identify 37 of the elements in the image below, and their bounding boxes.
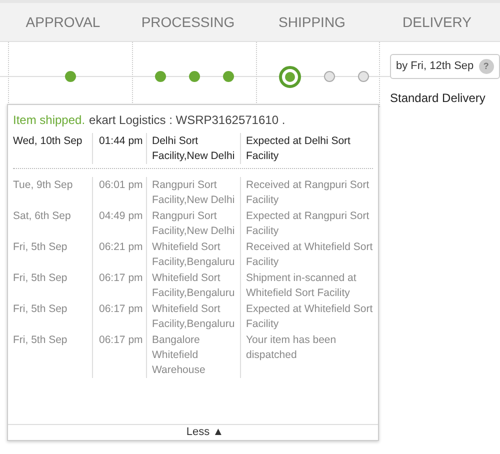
event-cell-text: Expected at Rangpuri Sort Facility xyxy=(245,209,370,239)
location-cell: Rangpuri Sort Facility,New Delhi xyxy=(147,208,241,239)
time-cell: 06:17 pm xyxy=(93,332,147,378)
date-cell: Fri, 5th Sep xyxy=(13,332,93,378)
time-cell: 06:21 pm xyxy=(93,239,147,270)
date-cell: Fri, 5th Sep xyxy=(13,301,93,332)
location-cell: Whitefield Sort Facility,Bengaluru xyxy=(147,301,241,332)
delivery-date: by Fri, 12th Sep xyxy=(396,59,474,74)
stage-label: APPROVAL xyxy=(26,12,100,32)
time-cell: 06:17 pm xyxy=(93,301,147,332)
event-cell-text: Expected at Whitefield Sort Facility xyxy=(245,302,373,332)
date-cell: Fri, 5th Sep xyxy=(13,270,93,301)
time-cell: 06:17 pm xyxy=(93,270,147,301)
event-cell-text: Your item has been dispatched xyxy=(245,333,338,363)
date-cell: Fri, 5th Sep xyxy=(13,239,93,270)
event-cell-text: Received at Whitefield Sort Facility xyxy=(245,240,373,270)
location-cell: Whitefield Sort Facility,Bengaluru xyxy=(147,239,241,270)
date-cell: Wed, 10th Sep xyxy=(13,133,93,164)
stage-label: PROCESSING xyxy=(141,12,235,32)
stage-label: DELIVERY xyxy=(402,12,472,32)
event-cell-text: Received at Rangpuri Sort Facility xyxy=(245,178,370,208)
time-cell: 06:01 pm xyxy=(93,177,147,208)
time-cell: 01:44 pm xyxy=(93,133,147,164)
event-cell-text: Shipment in-scanned at Whitefield Sort Facility xyxy=(245,271,358,301)
stage-label: SHIPPING xyxy=(278,12,346,32)
location-cell: Whitefield Sort Facility,Bengaluru xyxy=(147,270,241,301)
time-cell: 04:49 pm xyxy=(93,208,147,239)
delivery-type: Standard Delivery xyxy=(390,90,486,107)
show-less-toggle[interactable]: Less ▲ xyxy=(162,424,224,441)
date-cell: Sat, 6th Sep xyxy=(13,208,93,239)
location-cell: Delhi Sort Facility,New Delhi xyxy=(147,133,241,164)
shipment-status: Item shipped. xyxy=(13,112,86,129)
event-cell-text: Expected at Delhi Sort Facility xyxy=(245,134,352,164)
date-cell: Tue, 9th Sep xyxy=(13,177,93,208)
location-cell: Rangpuri Sort Facility,New Delhi xyxy=(147,177,241,208)
location-cell: Bangalore Whitefield Warehouse xyxy=(147,332,241,378)
carrier-tracking-number: ekart Logistics : WSRP3162571610 . xyxy=(89,112,286,129)
